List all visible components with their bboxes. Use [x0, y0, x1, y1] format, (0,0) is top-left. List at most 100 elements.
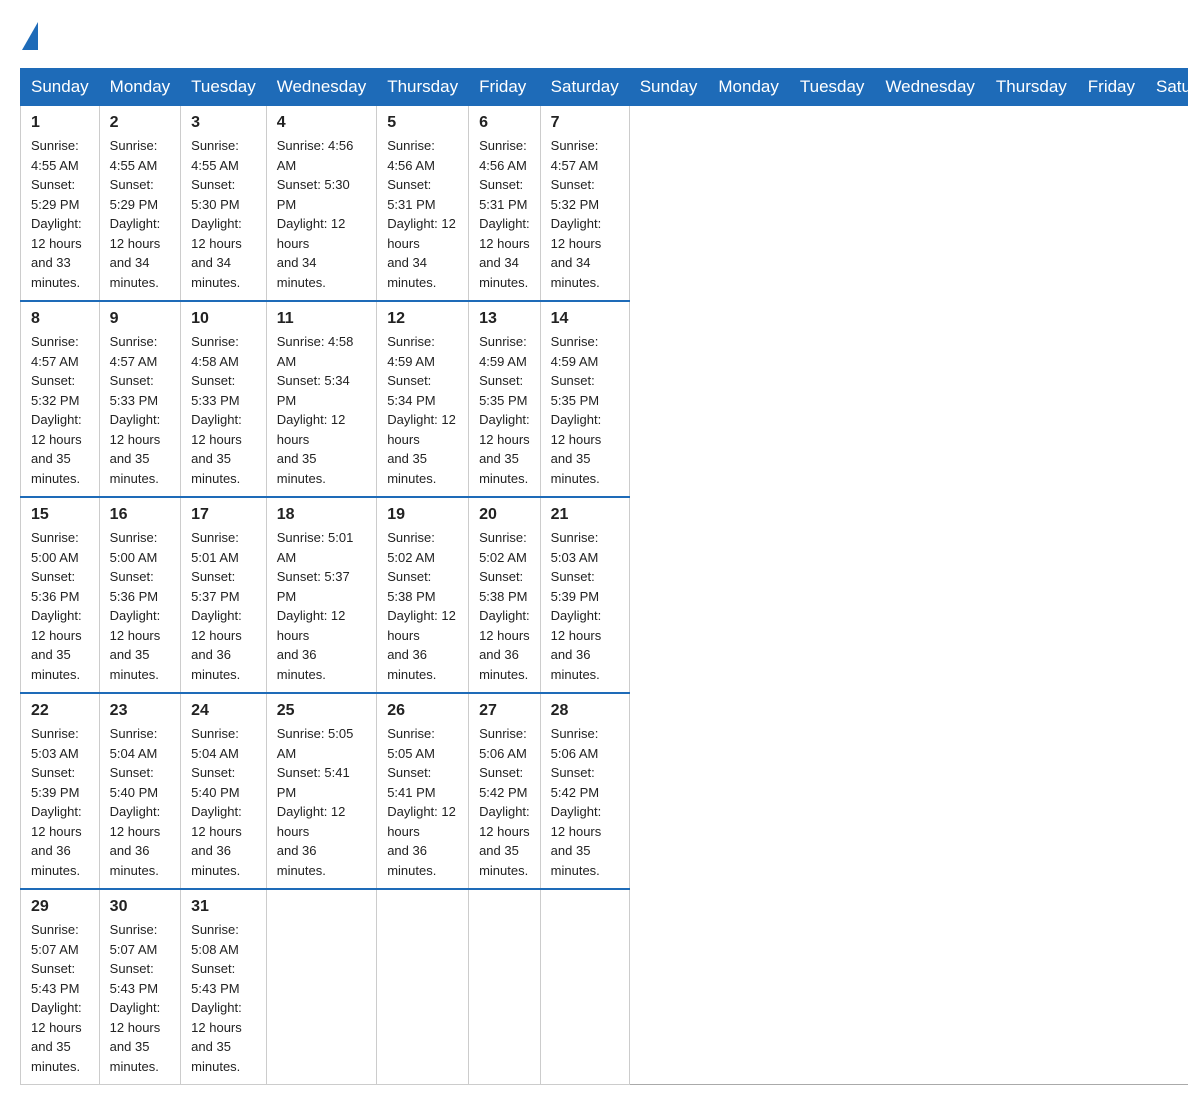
day-cell: 15 Sunrise: 5:00 AMSunset: 5:36 PMDaylig… [21, 497, 100, 693]
day-info: Sunrise: 5:04 AMSunset: 5:40 PMDaylight:… [110, 726, 161, 878]
day-number: 5 [387, 114, 458, 132]
day-cell: 5 Sunrise: 4:56 AMSunset: 5:31 PMDayligh… [377, 106, 469, 302]
day-header-saturday: Saturday [540, 69, 629, 106]
day-cell [540, 889, 629, 1085]
day-number: 22 [31, 702, 89, 720]
week-row-5: 29 Sunrise: 5:07 AMSunset: 5:43 PMDaylig… [21, 889, 1188, 1085]
day-cell: 3 Sunrise: 4:55 AMSunset: 5:30 PMDayligh… [181, 106, 267, 302]
day-cell: 29 Sunrise: 5:07 AMSunset: 5:43 PMDaylig… [21, 889, 100, 1085]
week-row-1: 1 Sunrise: 4:55 AMSunset: 5:29 PMDayligh… [21, 106, 1188, 302]
week-row-2: 8 Sunrise: 4:57 AMSunset: 5:32 PMDayligh… [21, 301, 1188, 497]
week-row-3: 15 Sunrise: 5:00 AMSunset: 5:36 PMDaylig… [21, 497, 1188, 693]
day-number: 24 [191, 702, 256, 720]
day-info: Sunrise: 4:59 AMSunset: 5:35 PMDaylight:… [551, 334, 602, 486]
day-cell: 12 Sunrise: 4:59 AMSunset: 5:34 PMDaylig… [377, 301, 469, 497]
day-number: 25 [277, 702, 366, 720]
day-info: Sunrise: 5:02 AMSunset: 5:38 PMDaylight:… [387, 530, 456, 682]
day-header-wednesday: Wednesday [266, 69, 376, 106]
day-number: 30 [110, 898, 170, 916]
day-number: 1 [31, 114, 89, 132]
day-info: Sunrise: 4:55 AMSunset: 5:30 PMDaylight:… [191, 138, 242, 290]
day-cell: 27 Sunrise: 5:06 AMSunset: 5:42 PMDaylig… [469, 693, 541, 889]
day-cell: 10 Sunrise: 4:58 AMSunset: 5:33 PMDaylig… [181, 301, 267, 497]
day-header-saturday: Saturday [1146, 69, 1188, 106]
day-info: Sunrise: 5:03 AMSunset: 5:39 PMDaylight:… [551, 530, 602, 682]
day-cell: 25 Sunrise: 5:05 AMSunset: 5:41 PMDaylig… [266, 693, 376, 889]
day-info: Sunrise: 4:56 AMSunset: 5:31 PMDaylight:… [479, 138, 530, 290]
day-cell: 31 Sunrise: 5:08 AMSunset: 5:43 PMDaylig… [181, 889, 267, 1085]
day-number: 29 [31, 898, 89, 916]
day-info: Sunrise: 5:01 AMSunset: 5:37 PMDaylight:… [277, 530, 354, 682]
day-info: Sunrise: 5:00 AMSunset: 5:36 PMDaylight:… [31, 530, 82, 682]
day-header-sunday: Sunday [21, 69, 100, 106]
day-info: Sunrise: 5:07 AMSunset: 5:43 PMDaylight:… [110, 922, 161, 1074]
day-info: Sunrise: 4:59 AMSunset: 5:35 PMDaylight:… [479, 334, 530, 486]
day-info: Sunrise: 5:06 AMSunset: 5:42 PMDaylight:… [479, 726, 530, 878]
day-cell: 22 Sunrise: 5:03 AMSunset: 5:39 PMDaylig… [21, 693, 100, 889]
day-number: 13 [479, 310, 530, 328]
day-header-tuesday: Tuesday [181, 69, 267, 106]
day-info: Sunrise: 4:58 AMSunset: 5:34 PMDaylight:… [277, 334, 354, 486]
day-number: 23 [110, 702, 170, 720]
logo [20, 20, 40, 48]
day-number: 12 [387, 310, 458, 328]
day-info: Sunrise: 5:08 AMSunset: 5:43 PMDaylight:… [191, 922, 242, 1074]
day-info: Sunrise: 4:57 AMSunset: 5:32 PMDaylight:… [551, 138, 602, 290]
day-info: Sunrise: 4:57 AMSunset: 5:32 PMDaylight:… [31, 334, 82, 486]
day-cell: 2 Sunrise: 4:55 AMSunset: 5:29 PMDayligh… [99, 106, 180, 302]
day-cell: 11 Sunrise: 4:58 AMSunset: 5:34 PMDaylig… [266, 301, 376, 497]
day-number: 18 [277, 506, 366, 524]
day-cell: 24 Sunrise: 5:04 AMSunset: 5:40 PMDaylig… [181, 693, 267, 889]
day-number: 2 [110, 114, 170, 132]
day-header-sunday: Sunday [629, 69, 708, 106]
day-cell: 4 Sunrise: 4:56 AMSunset: 5:30 PMDayligh… [266, 106, 376, 302]
day-header-tuesday: Tuesday [789, 69, 875, 106]
day-header-friday: Friday [1077, 69, 1145, 106]
page-header [20, 20, 1168, 48]
day-number: 27 [479, 702, 530, 720]
day-cell: 17 Sunrise: 5:01 AMSunset: 5:37 PMDaylig… [181, 497, 267, 693]
calendar-table: SundayMondayTuesdayWednesdayThursdayFrid… [20, 68, 1188, 1085]
day-number: 26 [387, 702, 458, 720]
day-number: 17 [191, 506, 256, 524]
logo-triangle-icon [22, 22, 38, 50]
day-number: 16 [110, 506, 170, 524]
day-cell: 16 Sunrise: 5:00 AMSunset: 5:36 PMDaylig… [99, 497, 180, 693]
day-header-thursday: Thursday [377, 69, 469, 106]
day-header-friday: Friday [469, 69, 541, 106]
day-info: Sunrise: 4:55 AMSunset: 5:29 PMDaylight:… [110, 138, 161, 290]
day-header-thursday: Thursday [985, 69, 1077, 106]
day-number: 15 [31, 506, 89, 524]
day-cell: 23 Sunrise: 5:04 AMSunset: 5:40 PMDaylig… [99, 693, 180, 889]
day-header-monday: Monday [99, 69, 180, 106]
day-cell: 18 Sunrise: 5:01 AMSunset: 5:37 PMDaylig… [266, 497, 376, 693]
day-cell: 21 Sunrise: 5:03 AMSunset: 5:39 PMDaylig… [540, 497, 629, 693]
day-cell [266, 889, 376, 1085]
day-number: 19 [387, 506, 458, 524]
day-cell: 1 Sunrise: 4:55 AMSunset: 5:29 PMDayligh… [21, 106, 100, 302]
day-info: Sunrise: 5:04 AMSunset: 5:40 PMDaylight:… [191, 726, 242, 878]
day-cell: 19 Sunrise: 5:02 AMSunset: 5:38 PMDaylig… [377, 497, 469, 693]
header-row: SundayMondayTuesdayWednesdayThursdayFrid… [21, 69, 1188, 106]
day-number: 21 [551, 506, 619, 524]
day-header-wednesday: Wednesday [875, 69, 985, 106]
day-number: 11 [277, 310, 366, 328]
day-info: Sunrise: 5:06 AMSunset: 5:42 PMDaylight:… [551, 726, 602, 878]
day-header-monday: Monday [708, 69, 789, 106]
day-cell: 30 Sunrise: 5:07 AMSunset: 5:43 PMDaylig… [99, 889, 180, 1085]
week-row-4: 22 Sunrise: 5:03 AMSunset: 5:39 PMDaylig… [21, 693, 1188, 889]
day-info: Sunrise: 4:56 AMSunset: 5:30 PMDaylight:… [277, 138, 354, 290]
day-number: 14 [551, 310, 619, 328]
day-cell: 7 Sunrise: 4:57 AMSunset: 5:32 PMDayligh… [540, 106, 629, 302]
day-number: 8 [31, 310, 89, 328]
day-info: Sunrise: 4:55 AMSunset: 5:29 PMDaylight:… [31, 138, 82, 290]
day-number: 28 [551, 702, 619, 720]
day-number: 6 [479, 114, 530, 132]
day-cell: 28 Sunrise: 5:06 AMSunset: 5:42 PMDaylig… [540, 693, 629, 889]
day-number: 3 [191, 114, 256, 132]
day-cell [469, 889, 541, 1085]
day-cell: 8 Sunrise: 4:57 AMSunset: 5:32 PMDayligh… [21, 301, 100, 497]
day-info: Sunrise: 5:00 AMSunset: 5:36 PMDaylight:… [110, 530, 161, 682]
day-cell [377, 889, 469, 1085]
day-cell: 6 Sunrise: 4:56 AMSunset: 5:31 PMDayligh… [469, 106, 541, 302]
